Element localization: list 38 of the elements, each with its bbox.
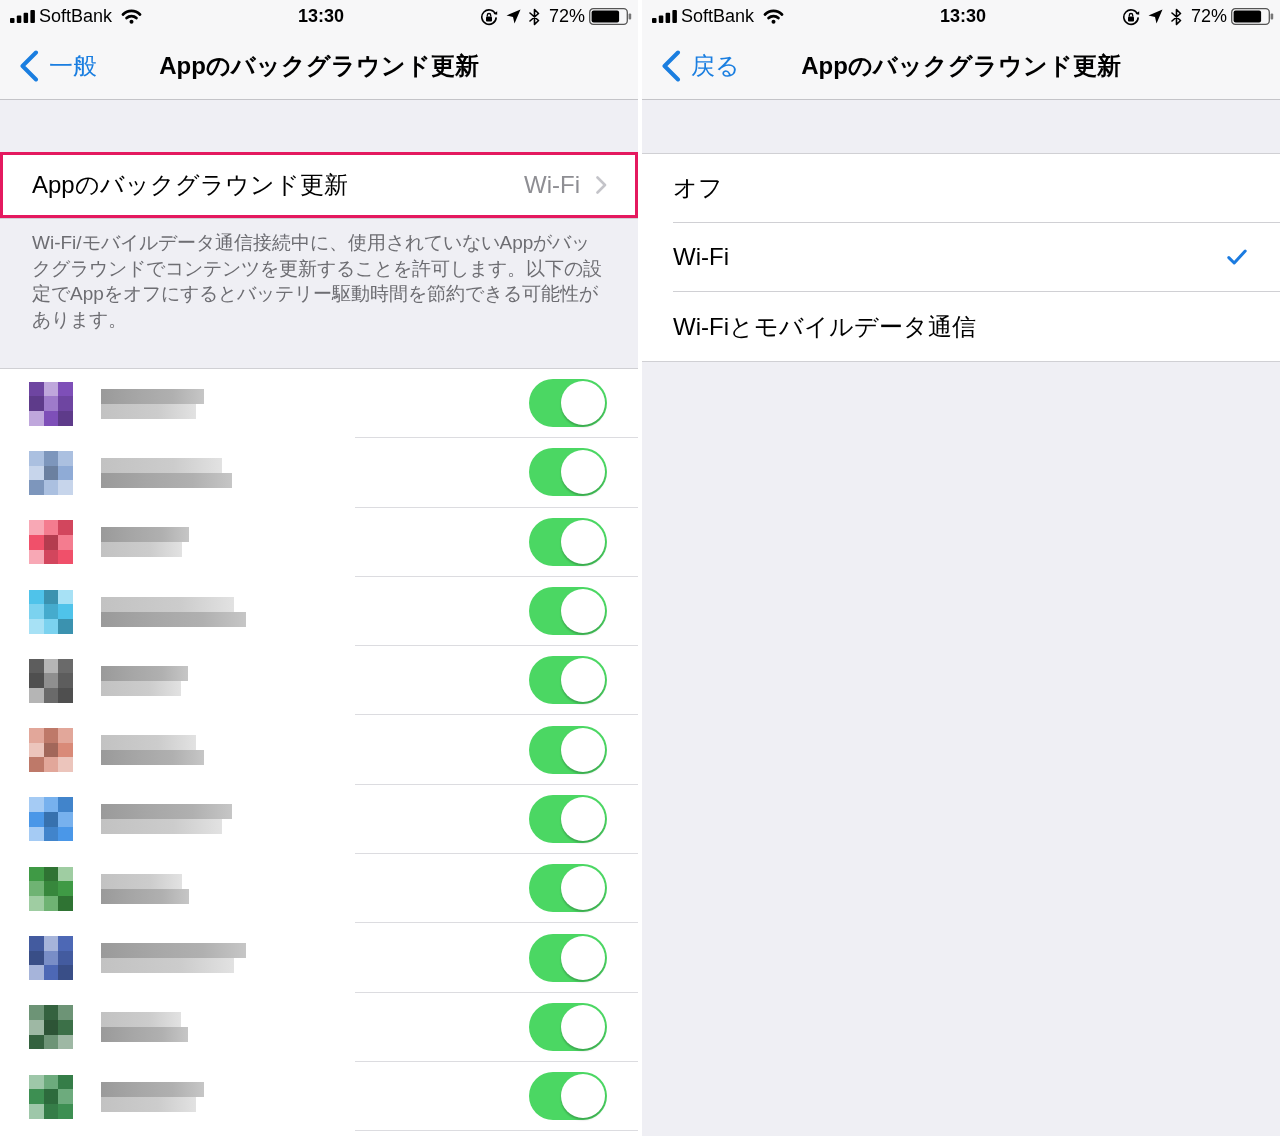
back-button[interactable]: 戻る (661, 50, 740, 82)
toggle-switch[interactable] (529, 1072, 607, 1121)
carrier-name: SoftBank (39, 6, 113, 27)
battery-percent: 72% (548, 6, 585, 27)
bluetooth-icon (528, 7, 540, 26)
chevron-right-icon (596, 176, 607, 194)
carrier-name: SoftBank (681, 6, 755, 27)
clock-time: 13:30 (939, 6, 986, 27)
setting-value: Wi-Fi (524, 171, 580, 199)
battery-percent: 72% (1190, 6, 1227, 27)
toggle-switch[interactable] (529, 379, 607, 428)
toggle-switch[interactable] (529, 1002, 607, 1051)
wifi-icon (763, 9, 785, 24)
chevron-left-icon (19, 50, 39, 82)
battery-icon (1231, 8, 1274, 25)
orientation-lock-icon (1121, 7, 1140, 26)
back-button[interactable]: 一般 (19, 50, 97, 82)
chevron-left-icon (661, 50, 681, 82)
toggle-switch[interactable] (529, 933, 607, 982)
toggle-switch[interactable] (529, 517, 607, 566)
toggle-switch[interactable] (529, 864, 607, 913)
signal-bars-icon (652, 10, 677, 23)
screen-title: Appのバックグラウンド更新 (801, 51, 1121, 81)
screen-title: Appのバックグラウンド更新 (159, 51, 479, 81)
orientation-lock-icon (479, 7, 498, 26)
wifi-icon (121, 9, 143, 24)
bluetooth-icon (1170, 7, 1182, 26)
location-arrow-icon (505, 9, 521, 24)
toggle-switch[interactable] (529, 587, 607, 636)
battery-icon (589, 8, 632, 25)
clock-time: 13:30 (297, 6, 344, 27)
toggle-switch[interactable] (529, 448, 607, 497)
toggle-switch[interactable] (529, 725, 607, 774)
toggle-switch[interactable] (529, 656, 607, 705)
setting-row[interactable]: Appのバックグラウンド更新 Wi-Fi (0, 152, 638, 218)
location-arrow-icon (1147, 9, 1163, 24)
signal-bars-icon (10, 10, 35, 23)
toggle-switch[interactable] (529, 794, 607, 843)
